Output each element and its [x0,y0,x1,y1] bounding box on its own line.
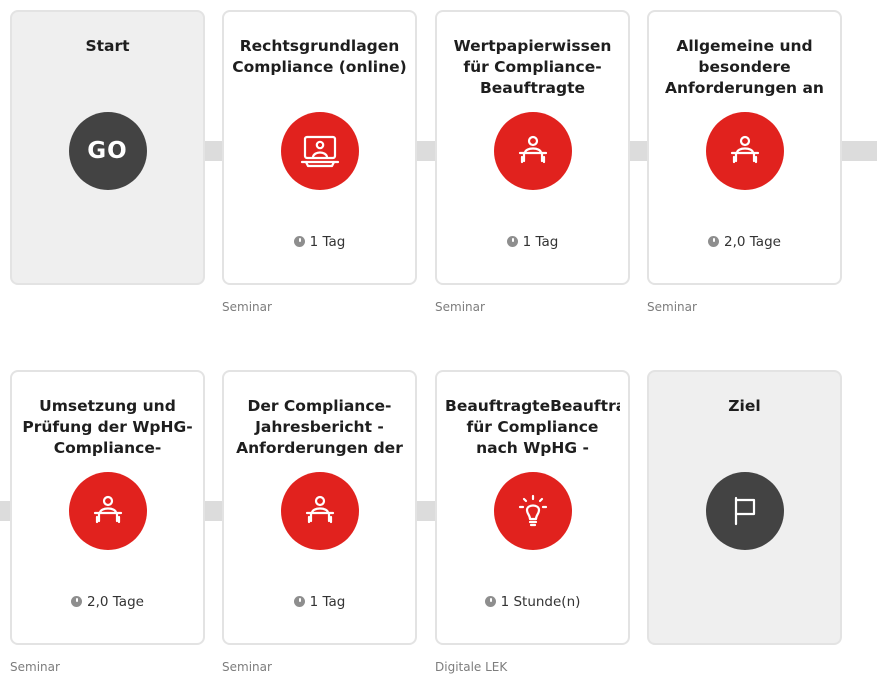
clock-icon [506,236,518,247]
clock-icon [293,236,305,247]
duration: 2,0 Tage [649,234,840,250]
course-type-label: Seminar [435,300,485,314]
duration: 2,0 Tage [12,594,203,610]
classroom-icon [705,112,784,190]
lightbulb-icon [493,472,572,550]
course-card[interactable]: BeauftragteBeauftragter für Compliance n… [435,370,630,645]
course-card[interactable]: Wertpapierwissen für Compliance-Beauftra… [435,10,630,285]
duration: 1 Tag [224,594,415,610]
card-title: Allgemeine und besondere Anforderungen a… [665,37,824,97]
course-card[interactable]: Allgemeine und besondere Anforderungen a… [647,10,842,285]
clock-icon [293,596,305,607]
duration-text: 1 Tag [309,594,346,610]
course-type-label: Seminar [647,300,697,314]
classroom-icon [493,112,572,190]
card-title: Der Compliance-Jahresbericht - Anforderu… [236,397,403,457]
card-title: Umsetzung und Prüfung der WpHG-Complianc… [22,397,193,457]
start-card: Start GO [10,10,205,285]
clock-icon [708,236,720,247]
card-title: Ziel [728,397,761,415]
card-title: BeauftragteBeauftragter für Compliance n… [445,397,620,457]
card-title: Start [85,37,130,55]
course-type-label: Seminar [222,300,272,314]
course-type-label: Seminar [10,660,60,674]
course-type-label: Digitale LEK [435,660,508,674]
goal-card: Ziel [647,370,842,645]
go-badge: GO [68,112,147,190]
clock-icon [71,596,83,607]
duration-text: 2,0 Tage [724,234,781,250]
card-title: Wertpapierwissen für Compliance-Beauftra… [453,37,612,97]
duration-text: 2,0 Tage [87,594,144,610]
course-type-label: Seminar [222,660,272,674]
card-title: Rechtsgrundlagen Compliance (online) [232,37,407,76]
course-card[interactable]: Umsetzung und Prüfung der WpHG-Complianc… [10,370,205,645]
duration-text: 1 Tag [522,234,559,250]
duration: 1 Stunde(n) [437,594,628,610]
duration-text: 1 Tag [309,234,346,250]
duration-text: 1 Stunde(n) [500,594,581,610]
course-card[interactable]: Rechtsgrundlagen Compliance (online) 1 T… [222,10,417,285]
online-training-icon [280,112,359,190]
flag-icon [705,472,784,550]
course-card[interactable]: Der Compliance-Jahresbericht - Anforderu… [222,370,417,645]
classroom-icon [280,472,359,550]
go-label: GO [87,138,128,164]
clock-icon [484,596,496,607]
duration: 1 Tag [224,234,415,250]
classroom-icon [68,472,147,550]
duration: 1 Tag [437,234,628,250]
